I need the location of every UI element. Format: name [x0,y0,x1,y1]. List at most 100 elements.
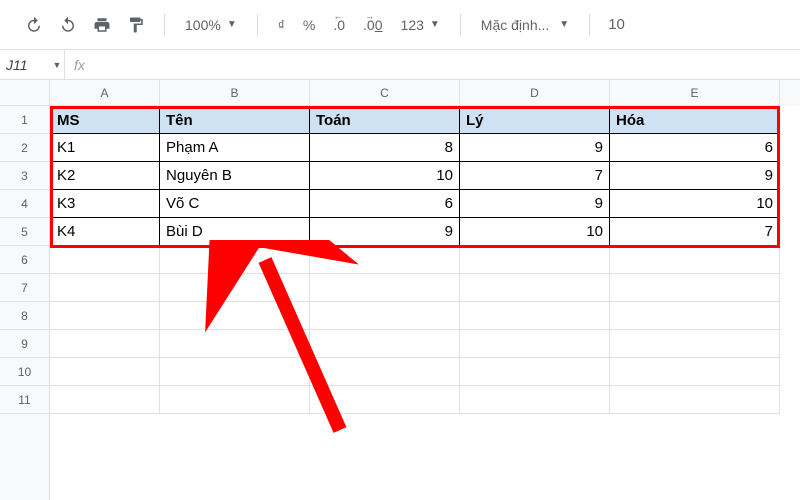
cell[interactable]: Hóa [610,106,780,134]
col-header[interactable]: B [160,80,310,106]
number-format-dropdown[interactable]: 123 ▼ [395,17,446,33]
cell[interactable] [310,274,460,302]
cell[interactable] [160,246,310,274]
cell[interactable]: K2 [50,162,160,190]
row-header[interactable]: 1 [0,106,49,134]
cell[interactable] [160,358,310,386]
cell[interactable]: K4 [50,218,160,246]
cell[interactable]: 6 [610,134,780,162]
cell[interactable] [610,386,780,414]
cell[interactable] [310,386,460,414]
row-header[interactable]: 11 [0,386,49,414]
cell[interactable] [160,302,310,330]
cell[interactable]: 9 [310,218,460,246]
cell[interactable] [610,302,780,330]
row-header[interactable]: 4 [0,190,49,218]
font-dropdown[interactable]: Mặc định... ▼ [475,17,575,33]
cell[interactable]: Toán [310,106,460,134]
cell[interactable] [460,302,610,330]
cell[interactable] [50,274,160,302]
font-size-input[interactable]: 10 [604,16,629,33]
row-header[interactable]: 6 [0,246,49,274]
cell[interactable]: Tên [160,106,310,134]
cell[interactable]: 7 [610,218,780,246]
cell[interactable] [50,386,160,414]
col-header[interactable]: A [50,80,160,106]
cell[interactable]: 10 [460,218,610,246]
cell[interactable]: K1 [50,134,160,162]
cell[interactable]: 8 [310,134,460,162]
number-format-label: 123 [401,17,424,33]
cell[interactable]: Võ C [160,190,310,218]
cell[interactable] [310,358,460,386]
cell[interactable] [610,358,780,386]
col-header[interactable]: C [310,80,460,106]
cell[interactable] [310,302,460,330]
redo-button[interactable] [54,11,82,39]
cell[interactable] [610,246,780,274]
row-header[interactable]: 10 [0,358,49,386]
cell[interactable]: 7 [460,162,610,190]
cell[interactable] [50,358,160,386]
decrease-decimal-button[interactable]: .0← [327,17,351,33]
cell[interactable]: 10 [610,190,780,218]
row-header[interactable]: 5 [0,218,49,246]
cell[interactable]: Phạm A [160,134,310,162]
cell[interactable]: Nguyên B [160,162,310,190]
cell[interactable] [460,330,610,358]
undo-button[interactable] [20,11,48,39]
cell[interactable]: 9 [610,162,780,190]
table-row: K2 Nguyên B 10 7 9 [50,162,800,190]
row-header[interactable]: 9 [0,330,49,358]
cell[interactable]: 9 [460,190,610,218]
cell[interactable] [310,246,460,274]
cell[interactable] [460,358,610,386]
formula-input[interactable] [94,50,800,79]
currency-button[interactable]: ₫ [272,17,291,33]
table-row [50,246,800,274]
cell[interactable]: 9 [460,134,610,162]
cell[interactable] [460,274,610,302]
fx-label: fx [64,50,94,79]
cell[interactable]: 10 [310,162,460,190]
zoom-value: 100% [185,17,221,33]
paint-format-button[interactable] [122,11,150,39]
col-header[interactable]: E [610,80,780,106]
cell[interactable]: Lý [460,106,610,134]
col-header[interactable]: D [460,80,610,106]
cell[interactable] [610,274,780,302]
print-button[interactable] [88,11,116,39]
cell[interactable] [50,330,160,358]
cell[interactable]: Bùi D [160,218,310,246]
increase-decimal-button[interactable]: .00→ [357,17,388,33]
column-headers: A B C D E [50,80,800,106]
cell[interactable] [160,386,310,414]
cell[interactable]: K3 [50,190,160,218]
cell[interactable] [310,330,460,358]
row-header[interactable]: 3 [0,162,49,190]
cell[interactable]: 6 [310,190,460,218]
cell[interactable] [460,386,610,414]
cell[interactable] [610,330,780,358]
row-header[interactable]: 2 [0,134,49,162]
table-row: K4 Bùi D 9 10 7 [50,218,800,246]
table-row [50,358,800,386]
row-header[interactable]: 8 [0,302,49,330]
table-row: K3 Võ C 6 9 10 [50,190,800,218]
cell[interactable] [50,246,160,274]
name-box[interactable]: J11 [0,57,50,73]
cell[interactable]: MS [50,106,160,134]
select-all-corner[interactable] [0,80,49,106]
separator [257,14,258,36]
cell[interactable] [460,246,610,274]
percent-button[interactable]: % [297,17,321,33]
cell[interactable] [160,330,310,358]
chevron-down-icon[interactable]: ▼ [50,60,64,70]
row-header[interactable]: 7 [0,274,49,302]
cell[interactable] [160,274,310,302]
table-row [50,302,800,330]
cells[interactable]: MS Tên Toán Lý Hóa K1 Phạm A 8 9 6 K2 Ng… [50,106,800,414]
cell[interactable] [50,302,160,330]
zoom-dropdown[interactable]: 100% ▼ [179,17,243,33]
table-row [50,330,800,358]
